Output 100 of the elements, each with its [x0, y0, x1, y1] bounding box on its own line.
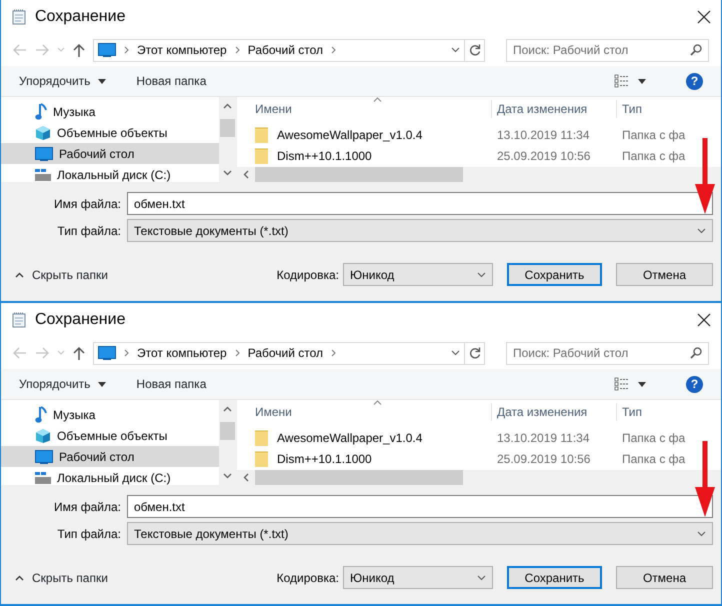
column-header[interactable]: Тип: [617, 100, 687, 118]
window-title: Сохранение: [35, 310, 126, 330]
scroll-up-icon[interactable]: [223, 406, 232, 412]
hide-folders-button[interactable]: Скрыть папки: [15, 266, 108, 284]
encoding-dropdown[interactable]: Юникод: [343, 263, 493, 286]
field-label: Тип файла:: [56, 526, 122, 542]
down-arrow-icon: [695, 441, 715, 517]
scrollbar-thumb[interactable]: [220, 119, 235, 137]
scroll-down-icon[interactable]: [223, 473, 232, 479]
column-header[interactable]: Имени: [237, 100, 492, 118]
scroll-up-icon[interactable]: [223, 103, 232, 109]
folder-icon: [255, 148, 269, 164]
sidebar-item[interactable]: Объемные объекты: [1, 425, 219, 446]
chevron-down-icon: [477, 574, 486, 580]
file-type: Папка с фа: [621, 451, 686, 468]
help-button[interactable]: ?: [686, 72, 703, 90]
sidebar-item[interactable]: Музыка: [1, 404, 219, 425]
scroll-left-icon[interactable]: [243, 170, 249, 179]
save-button[interactable]: Сохранить: [507, 263, 602, 286]
filename-field[interactable]: обмен.txt: [127, 495, 713, 518]
organize-button[interactable]: Упорядочить: [19, 72, 106, 90]
search-field[interactable]: Поиск: Рабочий стол: [506, 38, 709, 62]
refresh-icon: [468, 347, 480, 359]
file-name[interactable]: AwesomeWallpaper_v1.0.4: [277, 429, 422, 448]
encoding-label: Кодировка:: [276, 266, 339, 284]
breadcrumb[interactable]: Этот компьютер: [137, 41, 227, 59]
column-header[interactable]: Имени: [237, 402, 492, 421]
monitor-icon: [35, 146, 53, 160]
file-name[interactable]: Dism++10.1.1000: [277, 450, 372, 468]
search-icon: [690, 44, 702, 56]
sort-caret-icon: [373, 97, 382, 102]
chevron-down-icon[interactable]: [451, 47, 460, 53]
breadcrumb[interactable]: Этот компьютер: [137, 344, 227, 362]
breadcrumb[interactable]: Рабочий стол: [248, 41, 324, 59]
address-bar[interactable]: Этот компьютер Рабочий стол: [93, 342, 465, 364]
sidebar-item[interactable]: Рабочий стол: [1, 446, 219, 467]
close-button[interactable]: [697, 313, 711, 327]
cancel-button[interactable]: Отмена: [616, 263, 713, 286]
chevron-down-icon: [697, 228, 706, 234]
encoding-dropdown[interactable]: Юникод: [343, 566, 493, 589]
drive-icon: [35, 168, 51, 180]
filename-field[interactable]: обмен.txt: [127, 192, 713, 215]
chevron-up-icon: [15, 574, 24, 580]
monitor-icon: [35, 450, 53, 464]
sidebar-item[interactable]: Музыка: [1, 101, 219, 122]
field-label: Тип файла:: [56, 222, 122, 240]
column-header[interactable]: Дата изменения: [492, 402, 617, 421]
view-options-button[interactable]: [614, 74, 646, 88]
details-view-icon: [614, 74, 630, 88]
refresh-icon: [468, 44, 480, 56]
organize-button[interactable]: Упорядочить: [19, 375, 106, 393]
column-header[interactable]: Тип: [617, 402, 687, 421]
sidebar-item[interactable]: Локальный диск (C:): [1, 467, 219, 485]
scroll-left-icon[interactable]: [243, 472, 249, 482]
refresh-button[interactable]: [464, 342, 485, 364]
cube-icon: [35, 124, 51, 140]
chevron-up-icon: [15, 272, 24, 278]
scrollbar-thumb[interactable]: [255, 166, 463, 182]
cancel-button[interactable]: Отмена: [616, 566, 713, 589]
notepad-icon: [11, 9, 27, 25]
scrollbar-thumb[interactable]: [220, 422, 235, 440]
window-title: Сохранение: [35, 7, 126, 27]
encoding-label: Кодировка:: [276, 570, 339, 586]
chevron-right-icon: [124, 46, 129, 54]
close-icon: [697, 10, 711, 24]
chevron-down-icon: [477, 272, 486, 278]
scrollbar-thumb[interactable]: [255, 470, 463, 485]
address-bar[interactable]: Этот компьютер Рабочий стол: [93, 38, 465, 62]
breadcrumb[interactable]: Рабочий стол: [248, 344, 324, 362]
help-button[interactable]: ?: [686, 376, 703, 392]
up-arrow-icon[interactable]: [73, 43, 85, 57]
caret-down-icon: [98, 382, 106, 386]
file-type-dropdown[interactable]: Текстовые документы (*.txt): [127, 522, 713, 545]
refresh-button[interactable]: [464, 38, 485, 62]
sidebar-item[interactable]: Объемные объекты: [1, 122, 219, 143]
hide-folders-button[interactable]: Скрыть папки: [15, 568, 108, 586]
cube-icon: [35, 428, 51, 444]
drive-icon: [35, 472, 51, 484]
file-name[interactable]: AwesomeWallpaper_v1.0.4: [277, 126, 422, 144]
folder-icon: [255, 430, 269, 446]
field-label: Имя файла:: [53, 498, 122, 516]
search-field[interactable]: Поиск: Рабочий стол: [506, 342, 709, 364]
folder-icon: [255, 127, 269, 144]
file-name[interactable]: Dism++10.1.1000: [277, 147, 372, 166]
column-header[interactable]: Дата изменения: [492, 100, 617, 118]
file-type-dropdown[interactable]: Текстовые документы (*.txt): [127, 219, 713, 242]
up-arrow-icon[interactable]: [73, 346, 85, 360]
scroll-down-icon[interactable]: [223, 170, 232, 176]
details-view-icon: [614, 377, 630, 391]
new-folder-button[interactable]: Новая папка: [136, 375, 206, 393]
chevron-right-icon: [234, 349, 240, 357]
view-options-button[interactable]: [614, 377, 646, 391]
chevron-down-icon[interactable]: [451, 350, 460, 356]
save-button[interactable]: Сохранить: [507, 566, 602, 589]
new-folder-button[interactable]: Новая папка: [136, 72, 206, 90]
sidebar-item[interactable]: Локальный диск (C:): [1, 164, 219, 182]
close-button[interactable]: [697, 10, 711, 24]
sidebar-item[interactable]: Рабочий стол: [1, 143, 219, 164]
close-icon: [697, 313, 711, 327]
monitor-icon: [98, 43, 116, 57]
